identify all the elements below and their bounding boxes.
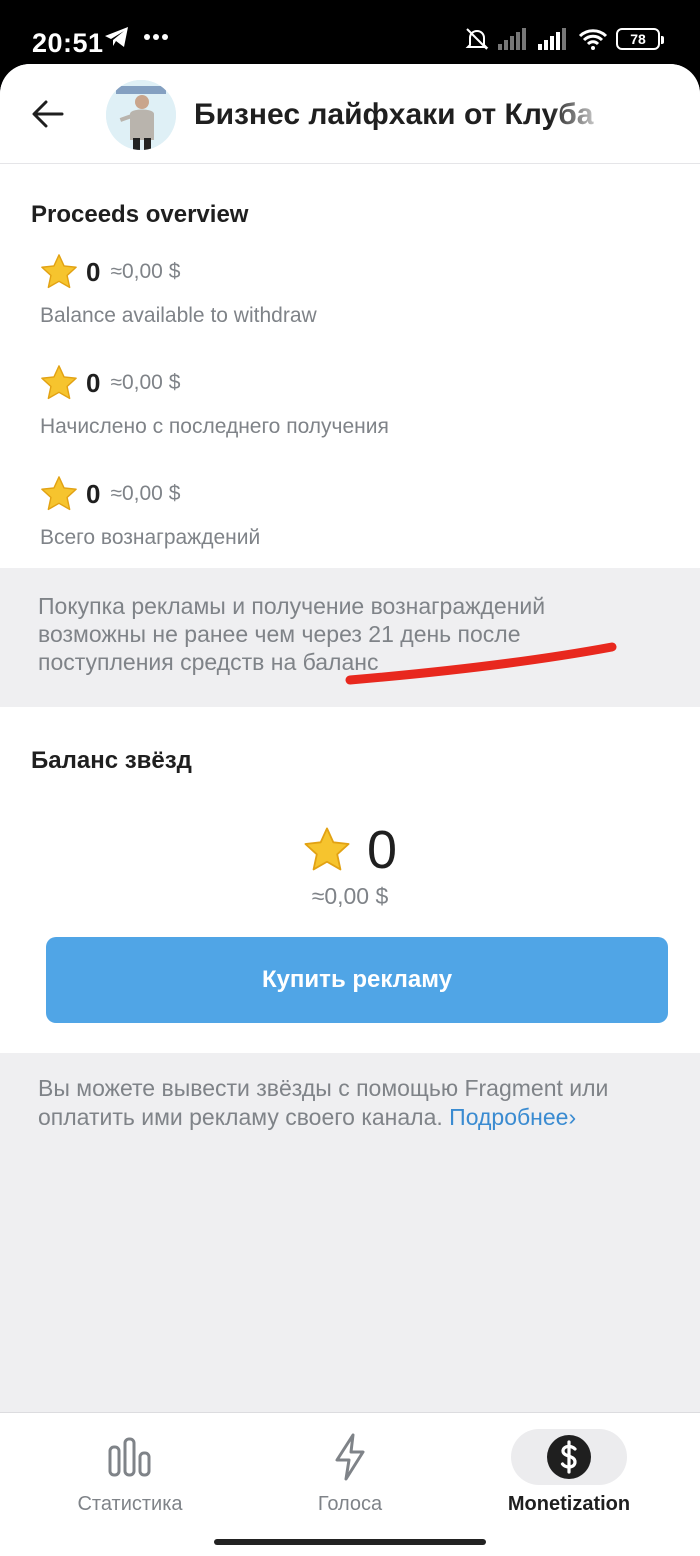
tab-label: Голоса — [317, 1493, 383, 1515]
gesture-handle[interactable] — [214, 1539, 486, 1545]
withdraw-stars-note: Вы можете вывести звёзды с помощью Fragm… — [38, 1074, 658, 1132]
stars-balance-usd: ≈0,00 $ — [311, 883, 389, 909]
accrued-since-last-row: 0 ≈0,00 $ — [40, 364, 180, 402]
note-line: Покупка рекламы и получение вознагражден… — [38, 593, 546, 619]
signal-icon — [498, 28, 526, 50]
lightning-icon — [335, 1433, 365, 1481]
stars-balance-value: 0 — [366, 820, 398, 880]
note-line: Вы можете вывести звёзды с помощью Fragm… — [38, 1075, 609, 1101]
battery-indicator: 78 — [616, 28, 664, 50]
amount-value: 0 — [86, 256, 101, 287]
signal-icon-2 — [538, 28, 566, 50]
muted-bell-icon — [465, 28, 489, 50]
amount-usd: ≈0,00 $ — [110, 371, 181, 394]
star-icon — [41, 365, 77, 400]
status-left-icons — [104, 26, 168, 48]
amount-caption: Всего вознаграждений — [40, 526, 261, 549]
learn-more-label: Подробнее — [449, 1104, 569, 1130]
title-fade — [550, 92, 610, 138]
learn-more-link[interactable]: Подробнее› — [449, 1104, 576, 1130]
top-app-bar: Бизнес лайфхаки от Клуба — [0, 64, 700, 164]
channel-title: Бизнес лайфхаки от Клуба — [194, 98, 594, 131]
proceeds-overview-section: Proceeds overview 0 ≈0,00 $ Balance avai… — [0, 164, 700, 568]
tab-label: Статистика — [77, 1493, 183, 1515]
amount-usd: ≈0,00 $ — [110, 260, 181, 283]
bottom-navigation: Статистика Голоса Monetization — [0, 1412, 700, 1526]
note-line-2: оплатить ими рекламу своего канала. Подр… — [38, 1103, 658, 1132]
chevron-right-icon: › — [568, 1104, 577, 1130]
wifi-icon — [578, 29, 608, 50]
more-dots-icon — [144, 34, 168, 40]
tab-votes[interactable]: Голоса — [292, 1413, 408, 1527]
tab-statistics[interactable]: Статистика — [72, 1413, 188, 1527]
balance-available-row: 0 ≈0,00 $ — [40, 253, 180, 291]
stars-balance-amount: 0 — [0, 819, 700, 881]
gesture-nav-area — [0, 1526, 700, 1556]
amount-caption: Balance available to withdraw — [40, 304, 317, 327]
bar-chart-icon — [108, 1437, 151, 1477]
note-text: оплатить ими рекламу своего канала. — [38, 1104, 443, 1130]
status-bar: 20:51 78 — [0, 0, 700, 70]
star-icon — [304, 827, 350, 871]
amount-usd: ≈0,00 $ — [110, 482, 181, 505]
back-button[interactable] — [26, 92, 70, 136]
amount-value: 0 — [86, 478, 101, 509]
battery-level: 78 — [630, 31, 646, 47]
telegram-icon — [105, 27, 128, 47]
buy-ads-button[interactable]: Купить рекламу — [46, 937, 668, 1023]
star-icon — [41, 254, 77, 289]
back-arrow-icon — [32, 100, 64, 128]
avatar-image — [106, 80, 176, 150]
status-right-icons: 78 — [464, 26, 664, 52]
total-rewards-row: 0 ≈0,00 $ — [40, 475, 180, 513]
stars-balance-section: Баланс звёзд 0 ≈0,00 $ Купить рекламу — [0, 707, 700, 1053]
channel-avatar[interactable] — [106, 80, 176, 150]
nav-icon-wrap — [72, 1429, 188, 1485]
amount-value: 0 — [86, 367, 101, 398]
proceeds-title: Proceeds overview — [31, 201, 249, 228]
app-screen: Бизнес лайфхаки от Клуба Proceeds overvi… — [0, 64, 700, 1556]
tab-label: Monetization — [507, 1493, 631, 1515]
nav-icon-wrap — [292, 1429, 408, 1485]
red-underline-annotation — [345, 642, 617, 685]
amount-caption: Начислено с последнего получения — [40, 415, 389, 438]
stars-balance-title: Баланс звёзд — [31, 747, 192, 774]
star-icon — [41, 476, 77, 511]
dollar-circle-icon — [547, 1435, 591, 1479]
nav-icon-wrap — [511, 1429, 627, 1485]
status-time: 20:51 — [32, 28, 104, 58]
tab-monetization[interactable]: Monetization — [500, 1413, 638, 1527]
